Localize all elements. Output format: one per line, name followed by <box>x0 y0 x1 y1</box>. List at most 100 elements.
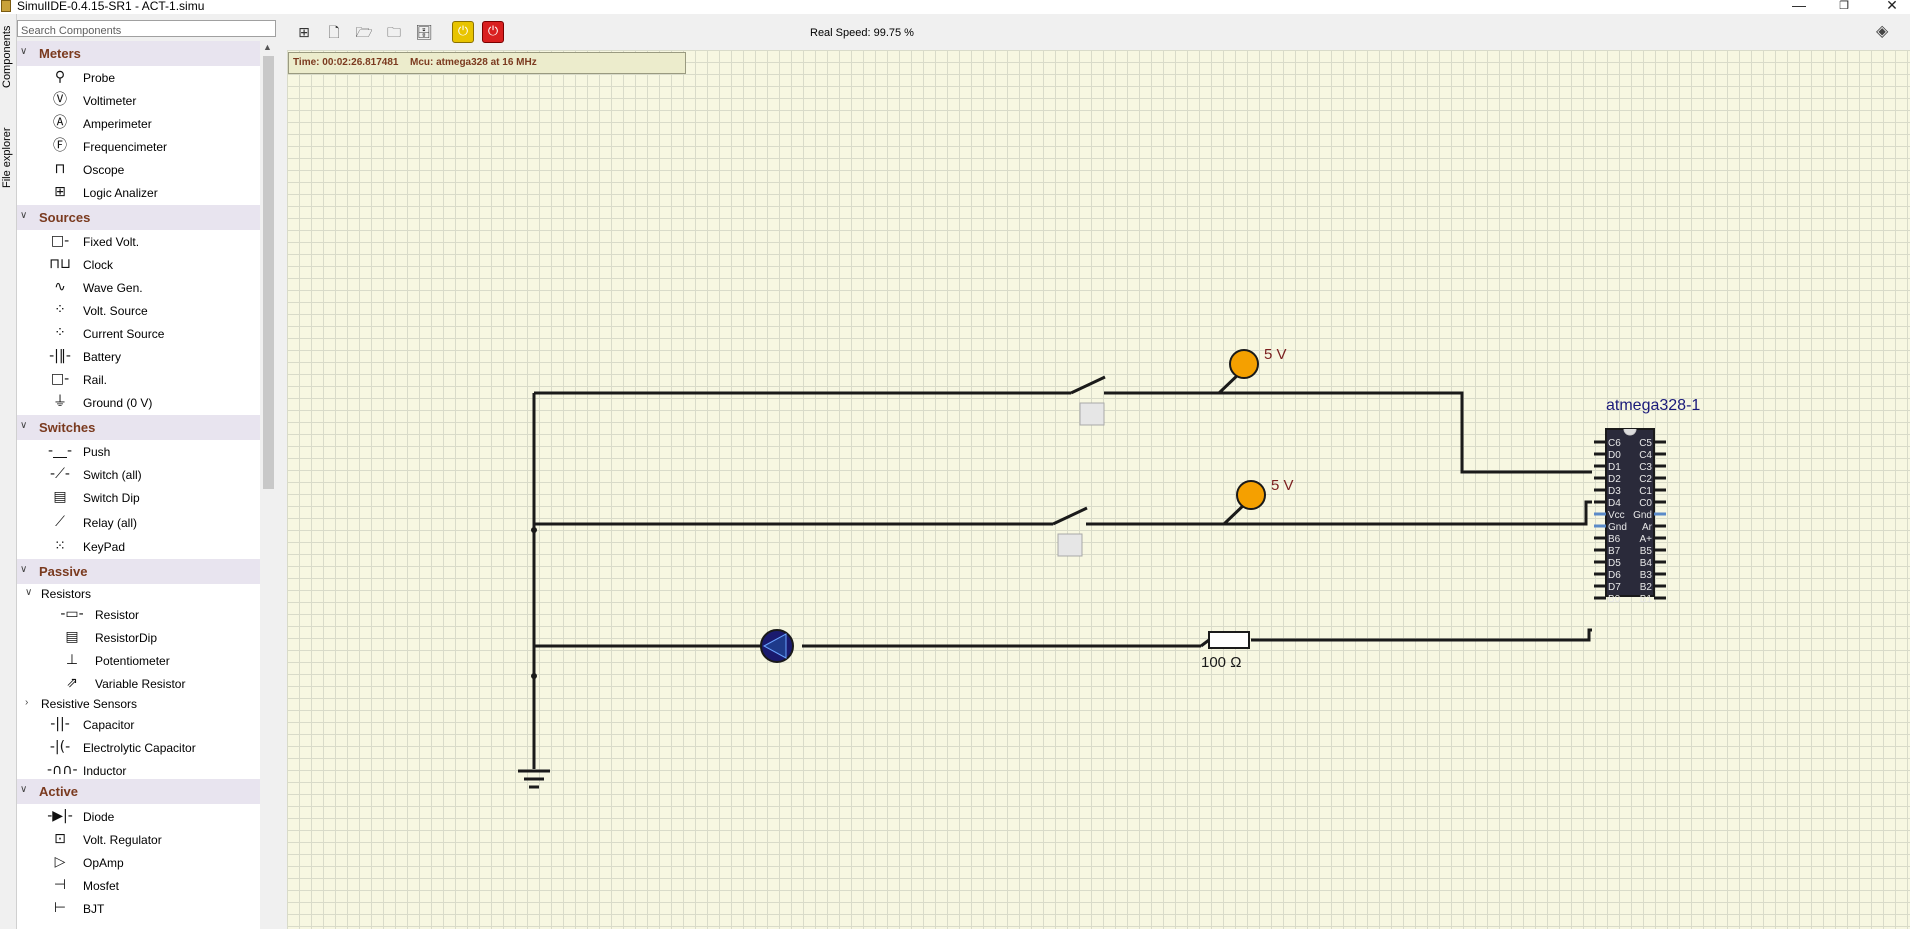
app-icon <box>1 0 11 12</box>
wire-resistor-to-b0[interactable] <box>1251 628 1592 642</box>
switch-2-button[interactable] <box>1057 533 1083 557</box>
mcu-pin-left-d4[interactable]: D4 <box>1594 498 1621 509</box>
minimize-button[interactable]: — <box>1784 0 1814 13</box>
switch-1[interactable] <box>1063 375 1112 426</box>
close-button[interactable]: ✕ <box>1877 0 1907 14</box>
settings-icon[interactable]: ◈ <box>1876 21 1888 40</box>
mcu-pin-label: D0 <box>1608 450 1621 461</box>
wave-gen-icon: ∿ <box>54 279 66 295</box>
mcu-pin-label: B4 <box>1640 558 1653 569</box>
fixed-volt-2-label: 5 V <box>1271 477 1294 494</box>
wire-mid-right-to-d3[interactable] <box>1091 500 1592 526</box>
restore-button[interactable]: ❐ <box>1829 0 1859 12</box>
mcu-pin-label: D7 <box>1608 582 1621 593</box>
chevron-down-icon: ∨ <box>20 46 28 57</box>
tab-file-explorer[interactable]: File explorer <box>0 110 16 190</box>
circuit-canvas[interactable]: 5 V 5 V 100 Ω atmega328-1 C6 D0 D1 D2 D3 D4 Vc… <box>287 50 1910 929</box>
scroll-up-icon[interactable]: ▲ <box>263 42 272 52</box>
mcu-pin-left-d1[interactable]: D1 <box>1594 462 1621 473</box>
mcu-pin-label: D5 <box>1608 558 1621 569</box>
variable-resistor-icon: ⇗ <box>66 675 78 691</box>
open-folder-icon[interactable]: 🗁 <box>352 22 376 44</box>
tab-components[interactable]: Components <box>0 14 16 92</box>
tree-scrollbar[interactable]: ▲ <box>261 41 276 929</box>
subcategory-resistive-sensors[interactable]: › Resistive Sensors <box>17 694 256 714</box>
mcu-pin-left-d7[interactable]: D7 <box>1594 582 1621 593</box>
mcu-pin-label: Gnd <box>1608 522 1627 533</box>
simulation-info-bar: Time: 00:02:26.817481 Mcu: atmega328 at … <box>288 52 686 74</box>
mcu-pin-left-b0[interactable]: B0 <box>1594 594 1621 605</box>
scrollbar-thumb[interactable] <box>263 56 274 489</box>
resistor[interactable]: 100 Ω <box>1200 631 1250 671</box>
probe-icon: ⚲ <box>54 69 66 85</box>
mcu-pin-left-b6[interactable]: B6 <box>1594 534 1621 545</box>
chevron-down-icon: ∨ <box>20 564 28 575</box>
category-sources[interactable]: ∨ Sources <box>17 205 260 230</box>
mcu-pin-left-b7[interactable]: B7 <box>1594 546 1621 557</box>
search-input[interactable] <box>18 24 274 38</box>
switch-icon: -⟋- <box>50 466 70 482</box>
switch-1-button[interactable] <box>1079 402 1105 426</box>
rail-icon: □- <box>50 371 70 387</box>
voltimeter-icon: Ⓥ <box>53 92 67 108</box>
mcu-pin-label: B6 <box>1608 534 1621 545</box>
mcu-pin-left-c6[interactable]: C6 <box>1594 438 1621 449</box>
mcu-pin-label: C0 <box>1639 498 1652 509</box>
save-as-icon[interactable]: 🗄 <box>412 22 436 44</box>
mcu-pin-left-gnd[interactable]: Gnd <box>1594 522 1627 533</box>
title-bar: SimulIDE-0.4.15-SR1 - ACT-1.simu — ❐ ✕ <box>0 0 1910 14</box>
mcu-pin-left-d6[interactable]: D6 <box>1594 570 1621 581</box>
mcu-pin-left-vcc[interactable]: Vcc <box>1594 510 1625 521</box>
new-circuit-icon[interactable]: ⊞ <box>292 22 316 44</box>
category-passive[interactable]: ∨ Passive <box>17 559 260 584</box>
opamp-icon: ▷ <box>54 854 66 870</box>
volt-source-icon: ⁘ <box>54 302 66 318</box>
capacitor-icon: -||- <box>50 716 70 732</box>
subcategory-resistors[interactable]: ∨ Resistors <box>17 584 256 604</box>
keypad-icon: ⁙ <box>54 538 66 554</box>
junction-dot <box>531 527 537 533</box>
mcu-pin-label: B2 <box>1640 582 1653 593</box>
logic-analizer-icon: ⊞ <box>54 184 66 200</box>
category-switches[interactable]: ∨ Switches <box>17 415 260 440</box>
wire-top-right-to-d1[interactable] <box>1109 391 1592 474</box>
mcu-pin-label: Vcc <box>1608 510 1625 521</box>
category-meters[interactable]: ∨ Meters <box>17 41 260 66</box>
mcu-pin-label: D4 <box>1608 498 1621 509</box>
potentiometer-icon: ⊥ <box>65 652 79 668</box>
current-source-icon: ⁘ <box>54 325 66 341</box>
junction-dot <box>531 673 537 679</box>
save-icon[interactable]: 🗀 <box>382 22 406 44</box>
fixed-volt-1[interactable]: 5 V <box>1229 346 1287 379</box>
mcu-pin-right-gnd[interactable]: Gnd <box>1633 510 1666 521</box>
mcu-pin-label: C6 <box>1608 438 1621 449</box>
new-file-icon[interactable]: 🗋 <box>322 22 346 44</box>
fixed-volt-2[interactable]: 5 V <box>1236 477 1294 510</box>
fixed-volt-icon: □- <box>50 233 70 249</box>
mcu-pin-label: Ar <box>1642 522 1653 533</box>
real-speed-label: Real Speed: 99.75 % <box>810 27 914 39</box>
mcu-pin-label: C2 <box>1639 474 1652 485</box>
chevron-down-icon: ∨ <box>25 587 33 598</box>
power-on-icon[interactable]: ⏻ <box>452 21 474 43</box>
category-active[interactable]: ∨ Active <box>17 779 260 804</box>
mcu-pin-left-d0[interactable]: D0 <box>1594 450 1621 461</box>
chevron-down-icon: ∨ <box>20 420 28 431</box>
side-tabs: Components File explorer <box>0 14 17 929</box>
chevron-down-icon: ∨ <box>20 784 28 795</box>
mcu-pin-label: C3 <box>1639 462 1652 473</box>
mcu-pin-left-d2[interactable]: D2 <box>1594 474 1621 485</box>
electrolytic-capacitor-icon: -|(- <box>49 739 71 755</box>
led[interactable] <box>760 629 794 663</box>
mcu-pin-label: D1 <box>1608 462 1621 473</box>
search-box[interactable] <box>17 20 276 38</box>
atmega328-chip[interactable]: atmega328-1 C6D0D1D2D3D4VccGndB6B7D5D6D7… <box>1594 397 1700 605</box>
mcu-pin-left-d5[interactable]: D5 <box>1594 558 1621 569</box>
switch-2[interactable] <box>1045 506 1094 557</box>
chevron-right-icon: › <box>25 697 29 708</box>
mcu-pin-label: A+ <box>1639 534 1652 545</box>
switch-dip-icon: ▤ <box>53 489 67 505</box>
mcu-pin-left-d3[interactable]: D3 <box>1594 486 1621 497</box>
power-off-icon[interactable]: ⏻ <box>482 21 504 43</box>
ground-symbol[interactable] <box>518 769 550 789</box>
